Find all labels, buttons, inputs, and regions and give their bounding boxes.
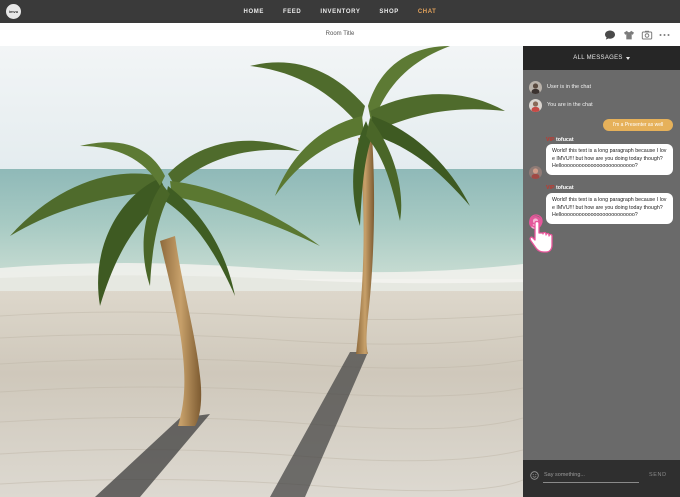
camera-icon[interactable]	[640, 28, 653, 41]
username-prefix: VIP	[546, 185, 555, 191]
username-prefix: VIP	[546, 137, 555, 143]
message-username[interactable]: VIP tofucat	[546, 137, 574, 143]
nav-link-feed[interactable]: FEED	[283, 9, 301, 15]
system-message: You are in the chat	[547, 102, 593, 108]
emoji-icon[interactable]	[530, 471, 539, 480]
send-button[interactable]: SEND	[649, 472, 667, 478]
chat-bubble-icon[interactable]	[603, 28, 616, 41]
chevron-down-icon	[625, 56, 630, 60]
hand-pointer-icon	[529, 214, 553, 253]
message-username[interactable]: VIP tofucat	[546, 185, 574, 191]
avatar[interactable]	[529, 166, 542, 179]
shirt-icon[interactable]	[622, 28, 635, 41]
room-scene[interactable]	[0, 46, 523, 497]
nav-link-inventory[interactable]: INVENTORY	[320, 9, 360, 15]
room-title: Room Title	[325, 31, 355, 37]
top-nav: imvu HOME FEED INVENTORY SHOP CHAT	[0, 0, 680, 23]
chat-message-bubble: World! this text is a long paragraph bec…	[546, 193, 673, 224]
system-message: User is in the chat	[547, 84, 592, 90]
nav-link-shop[interactable]: SHOP	[379, 9, 398, 15]
message-filter-label: ALL MESSAGES	[573, 55, 623, 61]
avatar[interactable]	[529, 81, 542, 94]
nav-links: HOME FEED INVENTORY SHOP CHAT	[0, 0, 680, 23]
beach-scene	[0, 46, 523, 497]
username-text: tofucat	[555, 137, 574, 143]
nav-link-chat[interactable]: CHAT	[418, 9, 437, 15]
chat-panel: ALL MESSAGES User is in the chat You are…	[523, 46, 680, 497]
chat-input[interactable]: Say something...	[544, 472, 585, 478]
avatar[interactable]	[529, 99, 542, 112]
nav-link-home[interactable]: HOME	[244, 9, 264, 15]
username-text: tofucat	[555, 185, 574, 191]
more-icon[interactable]	[658, 28, 671, 41]
room-bar: Room Title	[0, 23, 680, 47]
presenter-message: I'm a Presenter as well	[603, 119, 673, 131]
chat-message-bubble: World! this text is a long paragraph bec…	[546, 144, 673, 175]
chat-input-bar: Say something... SEND	[523, 460, 680, 497]
input-underline	[543, 482, 639, 483]
message-filter-dropdown[interactable]: ALL MESSAGES	[523, 46, 680, 70]
